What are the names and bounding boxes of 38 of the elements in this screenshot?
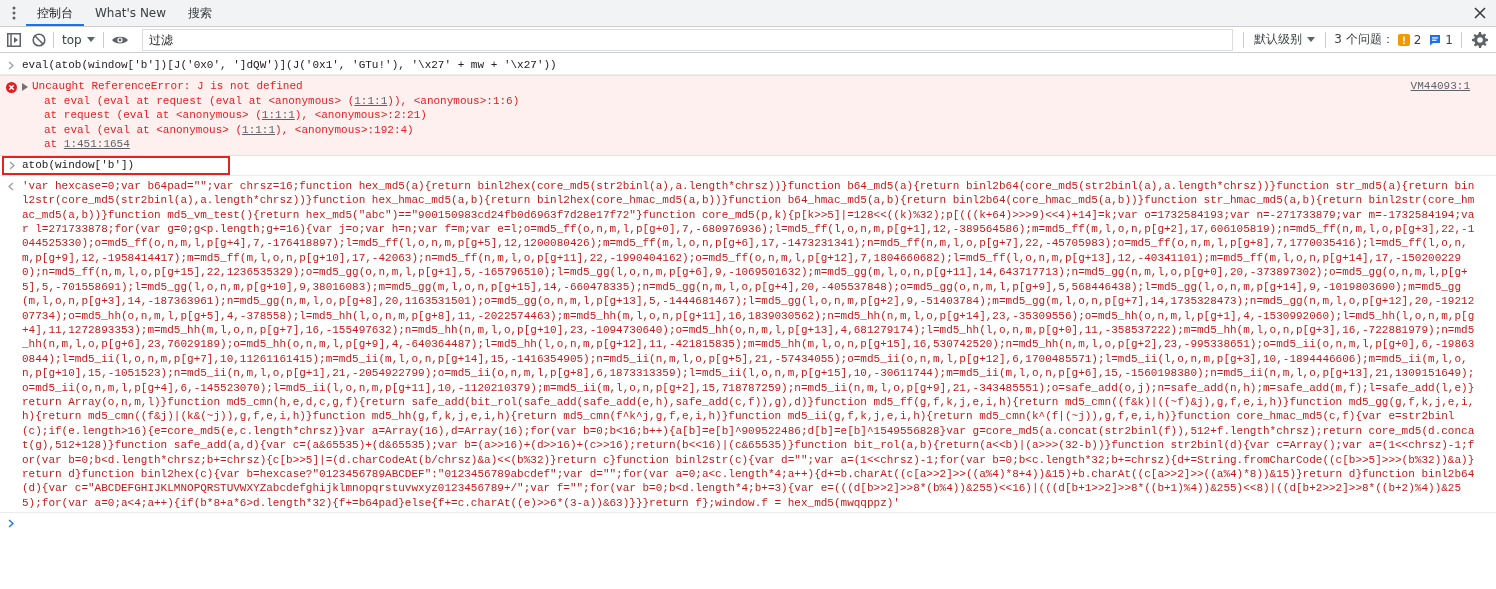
caret-icon xyxy=(1307,37,1316,42)
disclosure-triangle-icon[interactable] xyxy=(22,82,28,91)
source-link[interactable]: 1:1:1 xyxy=(354,94,388,107)
warning-icon xyxy=(1397,33,1410,46)
prompt-chevron-icon xyxy=(9,161,15,171)
clear-console-icon[interactable] xyxy=(32,32,46,47)
message-icon xyxy=(1429,33,1442,46)
source-link[interactable]: 1:1:1 xyxy=(242,123,276,136)
source-link[interactable]: 1:1:1 xyxy=(261,109,295,122)
stack-trace-line: at request (eval at <anonymous> (1:1:1), <anonymous>:2:21) xyxy=(43,108,428,123)
input-code-text: eval(atob(window['b'])[J('0x0', ']dQW')](J('0x1', 'GTu!'), '\x27' + mw + '\x27')) xyxy=(22,58,557,73)
result-chevron-icon xyxy=(8,181,14,191)
settings-icon[interactable] xyxy=(1472,31,1488,48)
source-link[interactable]: VM44093:1 xyxy=(1410,79,1470,94)
stack-trace-line: at 1:451:1654 xyxy=(43,137,131,152)
warning-count: 2 xyxy=(1413,32,1422,47)
error-icon xyxy=(5,82,17,94)
stack-trace-line: at eval (eval at <anonymous> (1:1:1), <anonymous>:192:4) xyxy=(43,122,415,138)
result-string-text: 'var hexcase=0;var b64pad="";var chrsz=16;function hex_md5(a){return binl2hex(core_md5(str2binl(a),a.length*chrsz))}function b64_md5(a){return binl2b64(core_md5(str2binl(a),a.length*chrsz))}function str_md5(a){return bin l2str(core_md5(str2binl(a),a.length*chrsz))}function hex_hmac_md5(a,b){return binl2hex(core_hmac_md5(a,b))}function b64_hmac_md5(a,b){return binl2b64(core_hmac_md5(a,b))}function str_hmac_md5(a,b){return binl2str(core_hm ac_md5(a,b))}function md5_vm_test(){return hex_md5("abc")=="900150983cd24fb0d6963f7d28e17f72"}function core_md5(p,k){p[k>>5]|=128<<((k)%32);p[(((k+64)>>>9)<<4)+14]=k;var o=1732584193;var n=-271733879;var m=-1732584194;va r l=271733878;for(var g=0;g<p.length;g+=16){var j=o;var h=n;var f=m;var e=l;o=md5_ff(o,n,m,l,p[g+0],7,-680976936);l=md5_ff(l,o,n,m,p[g+1],12,-389564586);m=md5_ff(m,l,o,n,p[g+2],17,606105819);n=md5_ff(n,m,l,o,p[g+3],22,-1 044525330);o=md5_ff(o,n,m,l,p[g+4],7,-176418897);l=md5_ff(l,o,n,m,p[g+5],12,1200080426);m=md5_ff(m,l,o,n,p[g+6],17,-1473231341);n=md5_ff(n,m,l,o,p[g+7],22,-45705983);o=md5_ff(o,n,m,l,p[g+8],7,1770035416);l=md5_ff(l,o,n, m,p[g+9],12,-1958414417);m=md5_ff(m,l,o,n,p[g+10],17,-42063);n=md5_ff(n,m,l,o,p[g+11],22,-1990404162);o=md5_ff(o,n,m,l,p[g+12],7,1804660682);l=md5_ff(l,o,n,m,p[g+13],12,-40341101);m=md5_ff(m,l,o,n,p[g+14],17,-150200229 0);n=md5_ff(n,m,l,o,p[g+15],22,1236535329);o=md5_gg(o,n,m,l,p[g+1],5,-165796510);l=md5_gg(l,o,n,m,p[g+6],9,-1069501632);m=md5_gg(m,l,o,n,p[g+11],14,643717713);n=md5_gg(n,m,l,o,p[g+0],20,-373897302);o=md5_gg(o,n,m,l,p[g+ 5],5,-701558691);l=md5_gg(l,o,n,m,p[g+10],9,38016083);m=md5_gg(m,l,o,n,p[g+15],14,-660478335);n=md5_gg(n,m,l,o,p[g+4],20,-405537848);o=md5_gg(o,n,m,l,p[g+9],5,568446438);l=md5_gg(l,o,n,m,p[g+14],9,-1019803690);m=md5_gg (m,l,o,n,p[g+3],14,-187363961);n=md5_gg(n,m,l,o,p[g+8],20,1163531501);o=md5_gg(o,n,m,l,p[g+13],5,-1444681467);l=md5_gg(l,o,n,m,p[g+2],9,-51403784);m=md5_gg(m,l,o,n,p[g+7],14,1735328473);n=md5_gg(n,m,l,o,p[g+12],20,-19212 07734);o=md5_hh(o,n,m,l,p[g+5],4,-378558);l=md5_hh(l,o,n,m,p[g+8],11,-2022574463);m=md5_hh(m,l,o,n,p[g+11],16,1839030562);n=md5_hh(n,m,l,o,p[g+14],23,-35309556);o=md5_hh(o,n,m,l,p[g+1],4,-1530992060);l=md5_hh(l,o,n,m,p[g +4],11,1272893353);m=md5_hh(m,l,o,n,p[g+7],16,-155497632);n=md5_hh(n,m,l,o,p[g+10],23,-1094730640);o=md5_hh(o,n,m,l,p[g+13],4,681279174);l=md5_hh(l,o,n,m,p[g+0],11,-358537222);m=md5_hh(m,l,o,n,p[g+3],16,-722881979);n=md5 _hh(n,m,l,o,p[g+6],23,76029189);o=md5_hh(o,n,m,l,p[g+9],4,-640364487);l=md5_hh(l,o,n,m,p[g+12],11,-421815835);m=md5_hh(m,l,o,n,p[g+15],16,530742520);n=md5_hh(n,m,l,o,p[g+2],23,-995338651);o=md5_ii(o,n,m,l,p[g+0],6,-19863 0844);l=md5_ii(l,o,n,m,p[g+7],10,11261161415);m=md5_ii(m,l,o,n,p[g+14],15,-1416354905);n=md5_ii(n,m,l,o,p[g+5],21,-57434055);o=md5_ii(o,n,m,l,p[g+12],6,1700485571);l=md5_ii(l,o,n,m,p[g+3],10,-1894446606);m=md5_ii(m,l,o, n,p[g+10],15,-1051523);n=md5_ii(n,m,l,o,p[g+1],21,-2054922799);o=md5_ii(o,n,m,l,p[g+8],6,1873313359);l=md5_ii(l,o,n,m,p[g+15],10,-30611744);m=md5_ii(m,l,o,n,p[g+6],15,-1560198380);n=md5_ii(n,m,l,o,p[g+13],21,1309151649); o=md5_ii(o,n,m,l,p[g+4],6,-145523070);l=md5_ii(l,o,n,m,p[g+11],10,-1120210379);m=md5_ii(m,l,o,n,p[g+2],15,718787259);n=md5_ii(n,m,l,o,p[g+9],21,-343485551);o=safe_add(o,j);n=safe_add(n,h);m=safe_add(m,f);l=safe_add(l,e)} return Array(o,n,m,l)}function md5_cmn(h,e,d,c,g,f){return safe_add(bit_rol(safe_add(safe_add(e,h),safe_add(c,f)),g),d)}function md5_ff(g,f,k,j,e,i,h){return md5_cmn((f&k)|((~f)&j),g,f,e,i,h)}function md5_gg(g,f,k,j,e,i, h){return md5_cmn((f&j)|(k&(~j)),g,f,e,i,h)}function md5_hh(g,f,k,j,e,i,h){return md5_cmn(f^k^j,g,f,e,i,h)}function md5_ii(g,f,k,j,e,i,h){return md5_cmn(k^(f|(~j)),g,f,e,i,h)}function core_hmac_md5(c,f){var e=str2binl (c);if(e.length>16){e=core_md5(e,c.length*chrsz)}var a=Array(16),d=Array(16);for(var b=0;b<16;b++){a[b]=e[b]^909522486;d[b]=e[b]^1549556828}var g=core_md5(a.concat(str2binl(f)),512+f.length*chrsz);return core_md5(d.conca t(g),512+128)}function safe_add(a,d){var c=(a&65535)+(d&65535);var b=(a>>16)+(d>>16)+(c>>16);return(b<<16)|(c&65535)}function bit_rol(a,b){return(a<<b)|(a>>>(32-b))}function str2binl(d){var c=Array();var a=(1<<chrsz)-1;f or(var b=0;b<d.length*chrsz;b+=chrsz){c[b>>5]|=(d.charCodeAt(b/chrsz)&a)<<(b%32)}return c}function binl2str(c){var d="";var a=(1<<chrsz)-1;for(var b=0;b<c.length*32;b+=chrsz){d+=String.fromCharCode((c[b>>5]>>>(b%32))&a)} return d}function binl2hex(c){var b=hexcase?"0123456789ABCDEF":"0123456789abcdef";var d="";for(var a=0;a<c.length*4;a++){d+=b.charAt((c[a>>2]>>((a%4)*8+4))&15)+b.charAt((c[a>>2]>>((a%4)*8))&15)}return d}function binl2b64 (d){var c="ABCDEFGHIJKLMNOPQRSTUVWXYZabcdefghijklmnopqrstuvwxyz0123456789+/";var f="";for(var b=0;b<d.length*4;b+=3){var e=(((d[b>>2]>>8*(b%4))&255)<<16)|(((d[b+1>>2]>>8*((b+1)%4))&255)<<8)|((d[b+2>>2]>>8*((b+2)%4))&25 5);for(var a=0;a<4;a++){if(b*8+a*6>d.length*32){f+=b64pad}else{f+=c.charAt((e)>>6*(3-a))&63)}}}return f};window.f = hex_md5(mwqqppz)' xyxy=(22,178,1476,511)
close-icon[interactable] xyxy=(1474,7,1486,19)
issues-button[interactable]: 3 个问题： 2 1 xyxy=(1326,28,1461,51)
sidebar-toggle-icon[interactable] xyxy=(7,32,21,47)
prompt-chevron-icon xyxy=(8,519,14,529)
prompt-chevron-icon xyxy=(8,61,14,70)
panel-tab[interactable]: 搜索 xyxy=(177,2,224,26)
panel-tab[interactable]: 控制台 xyxy=(26,2,84,26)
message-count: 1 xyxy=(1445,32,1453,47)
error-message: Uncaught ReferenceError: J is not defined xyxy=(32,79,303,94)
stack-trace-line: at eval (eval at request (eval at <anonymous> (1:1:1)), <anonymous>:1:6) xyxy=(43,93,521,109)
filter-field[interactable]: 过滤 xyxy=(141,28,1234,51)
panel-tab[interactable]: What's New xyxy=(84,2,178,26)
log-level-select[interactable]: 默认级别 xyxy=(1244,28,1326,51)
issues-label: 3 个问题： xyxy=(1334,31,1394,48)
source-link[interactable]: 1:451:1654 xyxy=(63,138,130,151)
more-icon[interactable] xyxy=(12,6,16,20)
caret-icon xyxy=(86,37,95,42)
context-select[interactable]: top xyxy=(54,28,103,51)
input-code-text: atob(window['b']) xyxy=(22,158,135,173)
